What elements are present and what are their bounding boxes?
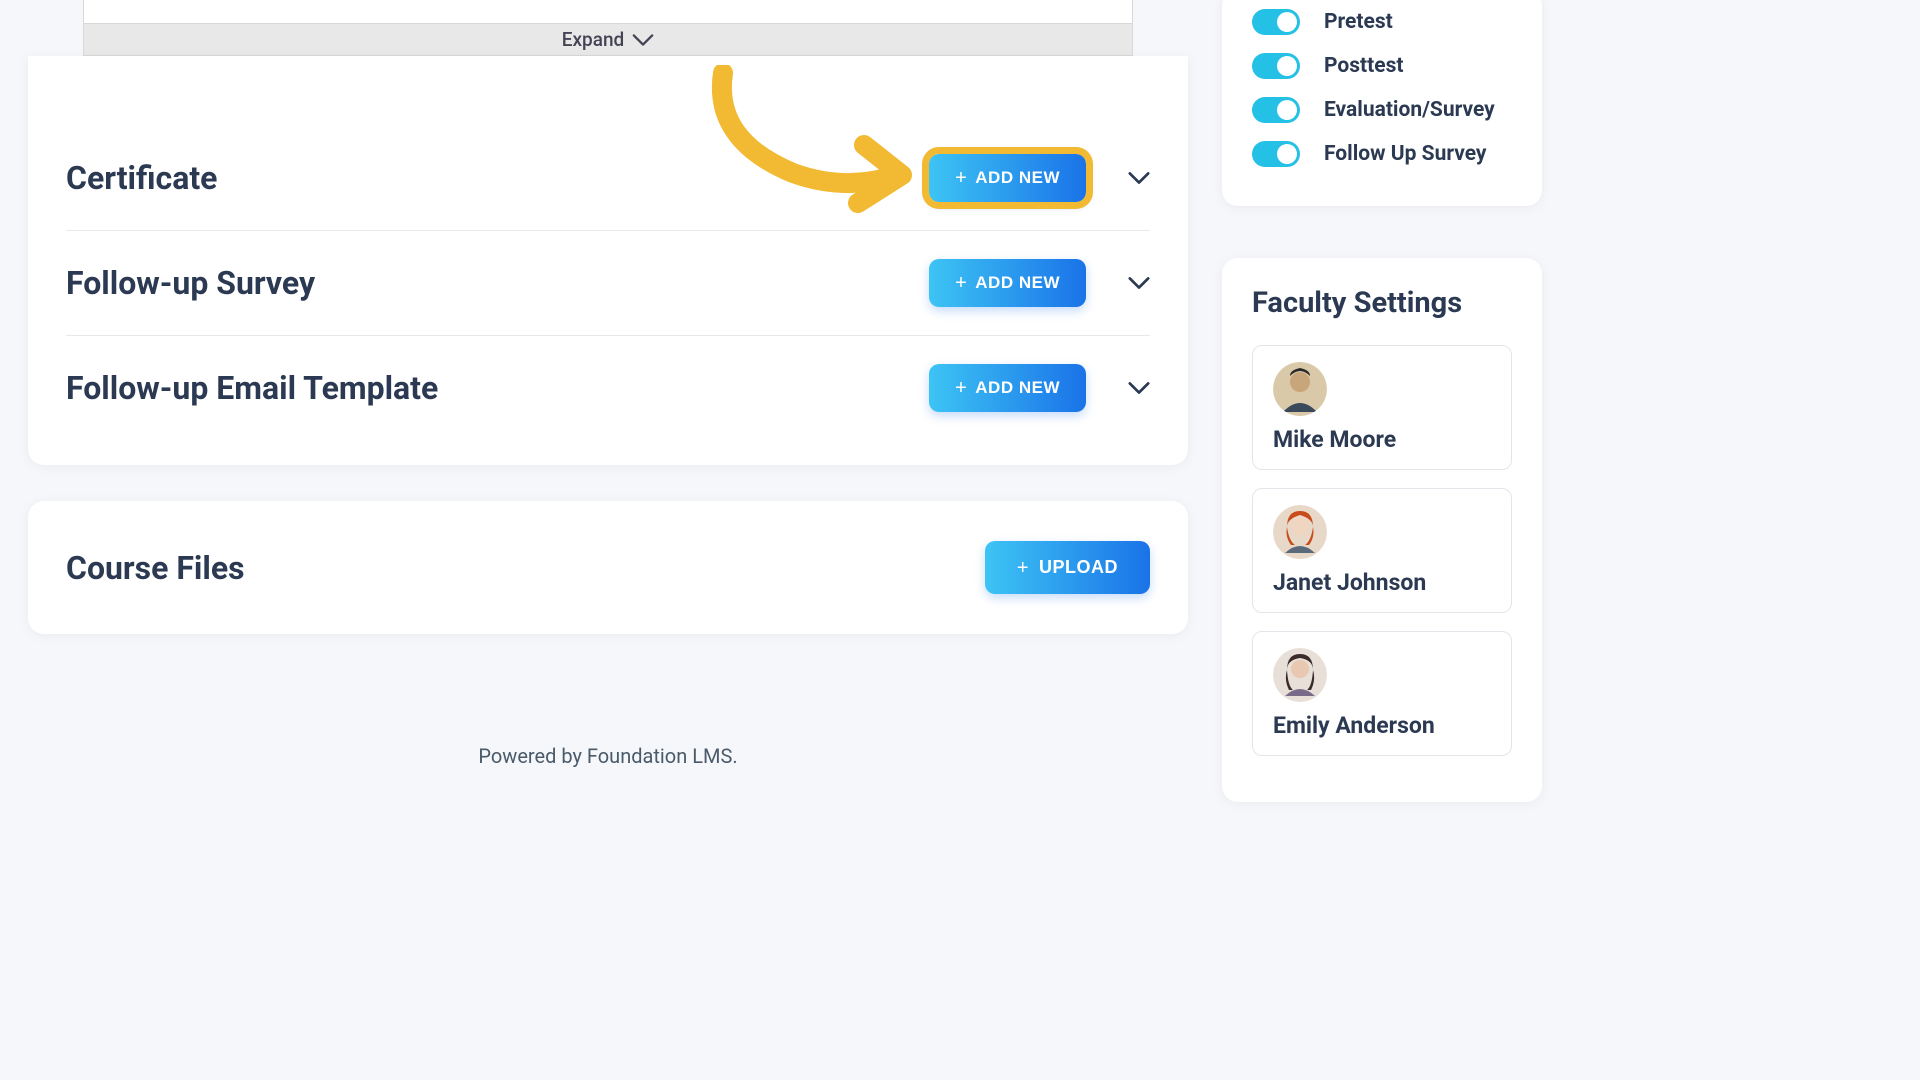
toggle-row-evaluation: Evaluation/Survey [1252,88,1512,132]
plus-icon: + [955,168,967,188]
faculty-card[interactable]: Janet Johnson [1252,488,1512,613]
button-label: UPLOAD [1039,557,1118,578]
faculty-panel: Faculty Settings Mike Moore Janet Johnso… [1222,258,1542,802]
button-label: ADD NEW [975,378,1060,398]
upload-button[interactable]: + UPLOAD [985,541,1150,594]
toggle-posttest[interactable] [1252,53,1300,79]
avatar [1273,648,1327,702]
expand-label: Expand [562,28,625,51]
sections-card: Certificate + ADD NEW Follow-up Survey +… [28,56,1188,465]
toggle-label: Evaluation/Survey [1324,98,1495,122]
section-title: Certificate [66,159,217,197]
faculty-card[interactable]: Mike Moore [1252,345,1512,470]
expand-bar[interactable]: Expand [83,24,1133,56]
section-followup-email: Follow-up Email Template + ADD NEW [66,336,1150,440]
chevron-down-icon[interactable] [1128,167,1150,189]
section-title: Follow-up Email Template [66,369,438,407]
faculty-heading: Faculty Settings [1252,286,1512,320]
faculty-name: Emily Anderson [1273,712,1491,739]
avatar [1273,505,1327,559]
toggle-evaluation[interactable] [1252,97,1300,123]
content-placeholder [83,0,1133,24]
plus-icon: + [955,378,967,398]
avatar [1273,362,1327,416]
add-new-certificate-button[interactable]: + ADD NEW [929,154,1086,202]
faculty-name: Janet Johnson [1273,569,1491,596]
course-files-title: Course Files [66,549,245,587]
add-new-followup-survey-button[interactable]: + ADD NEW [929,259,1086,307]
toggle-label: Pretest [1324,10,1393,34]
toggle-row-pretest: Pretest [1252,0,1512,44]
footer-text: Powered by Foundation LMS. [28,744,1188,768]
chevron-down-icon[interactable] [1128,377,1150,399]
plus-icon: + [1017,558,1029,578]
faculty-name: Mike Moore [1273,426,1491,453]
section-certificate: Certificate + ADD NEW [66,56,1150,231]
toggle-label: Follow Up Survey [1324,142,1487,166]
toggle-pretest[interactable] [1252,9,1300,35]
faculty-card[interactable]: Emily Anderson [1252,631,1512,756]
toggle-followup[interactable] [1252,141,1300,167]
plus-icon: + [955,273,967,293]
toggle-label: Posttest [1324,54,1404,78]
course-files-card: Course Files + UPLOAD [28,501,1188,634]
chevron-down-icon[interactable] [1128,272,1150,294]
add-new-followup-email-button[interactable]: + ADD NEW [929,364,1086,412]
toggle-row-followup: Follow Up Survey [1252,132,1512,176]
toggle-row-posttest: Posttest [1252,44,1512,88]
button-label: ADD NEW [975,168,1060,188]
toggles-panel: Pretest Posttest Evaluation/Survey Follo… [1222,0,1542,206]
chevron-down-icon [632,29,654,51]
button-label: ADD NEW [975,273,1060,293]
section-title: Follow-up Survey [66,264,315,302]
section-followup-survey: Follow-up Survey + ADD NEW [66,231,1150,336]
